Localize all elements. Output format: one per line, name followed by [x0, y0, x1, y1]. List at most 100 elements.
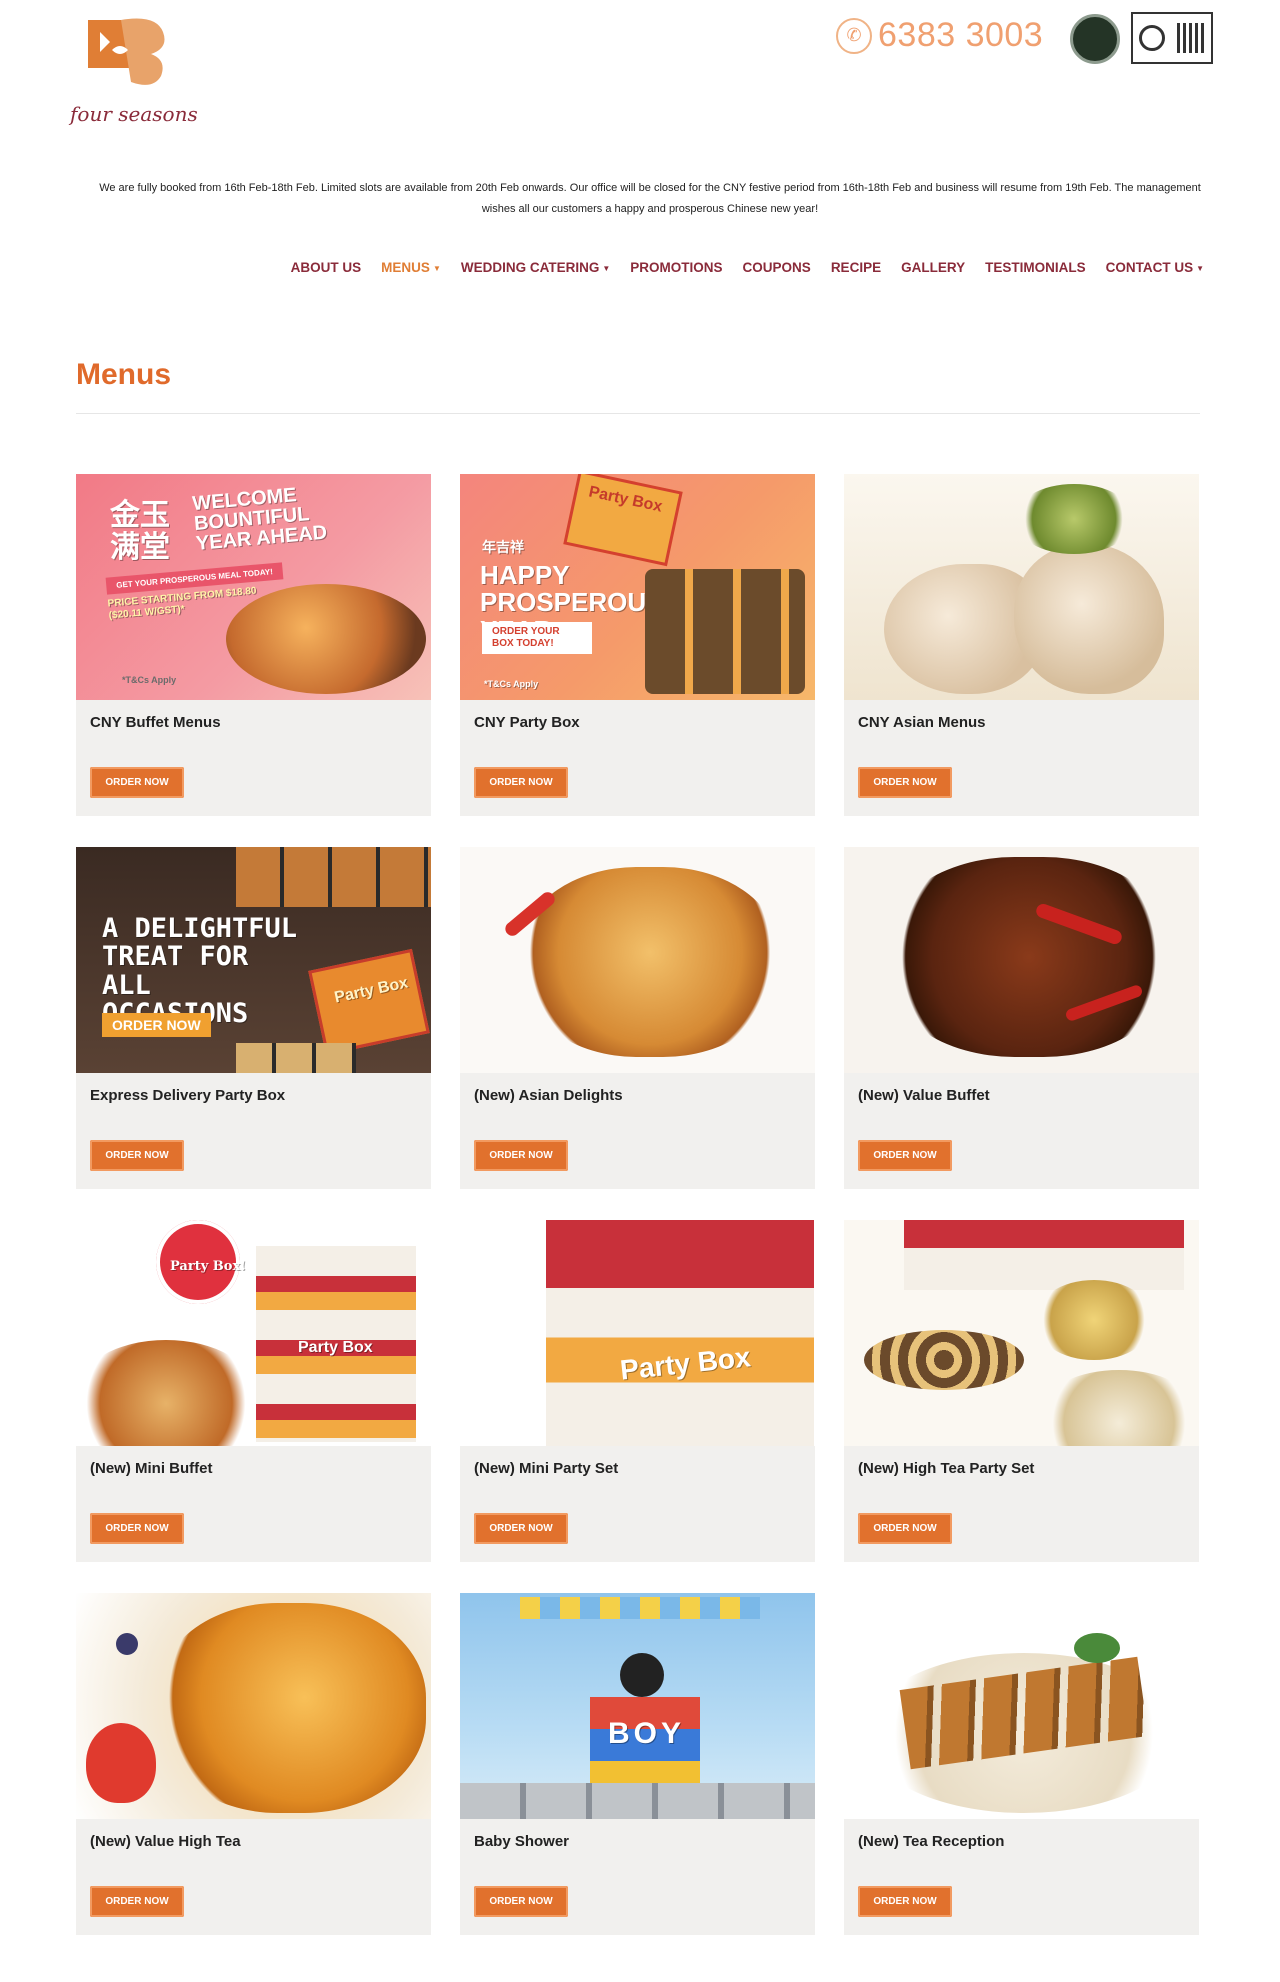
spring-rolls-photo[interactable]	[844, 1593, 1199, 1819]
blueberry-image	[116, 1633, 138, 1655]
party-box-photo[interactable]: Party Box	[460, 1220, 815, 1446]
card-title: (New) Tea Reception	[858, 1833, 1005, 1850]
menu-card: (New) Value Buffet Order Now	[844, 847, 1199, 1189]
party-box-image	[308, 948, 430, 1056]
banner-headline: A DELIGHTFUL TREAT FOR ALL OCCASIONS	[102, 913, 298, 1027]
bento-box-image	[645, 569, 805, 694]
menu-card: 金玉 满堂 WELCOME BOUNTIFUL YEAR AHEAD GET Y…	[76, 474, 431, 816]
nav-label: Wedding Catering	[460, 260, 600, 275]
card-title: (New) Mini Party Set	[474, 1460, 619, 1477]
steamed-fish-photo[interactable]	[844, 474, 1199, 700]
order-now-button[interactable]: Order Now	[90, 767, 184, 798]
banner-terms: *T&Cs Apply	[122, 675, 177, 685]
dim-sum-image	[1034, 1280, 1154, 1360]
nav-label: Coupons	[742, 260, 811, 275]
party-box-image	[546, 1220, 814, 1446]
buffet-table-image	[460, 1783, 815, 1819]
fried-fish-image	[520, 867, 780, 1057]
party-box-image	[563, 474, 683, 567]
order-now-button[interactable]: Order Now	[858, 1513, 952, 1544]
fried-rice-image	[1044, 1370, 1194, 1446]
caret-down-icon: ▼	[432, 263, 441, 273]
menu-card: (New) High Tea Party Set Order Now	[844, 1220, 1199, 1562]
logo-wordmark: four seasons	[70, 102, 198, 126]
phone-icon: ✆	[836, 17, 872, 54]
cny-party-box-banner[interactable]: Party Box 年吉祥 HAPPY PROSPEROUS YEAR ORDE…	[460, 474, 815, 700]
nav-about-us[interactable]: About Us	[291, 260, 362, 275]
nav-label: Menus	[381, 260, 430, 275]
basil-leaf-image	[1074, 1633, 1120, 1663]
order-now-button[interactable]: Order Now	[90, 1513, 184, 1544]
order-now-button[interactable]: Order Now	[90, 1140, 184, 1171]
quality-certification-icon	[1131, 12, 1213, 64]
party-box-image	[904, 1220, 1184, 1290]
banner-chinese-text: 金玉 满堂	[110, 499, 170, 564]
order-now-button[interactable]: Order Now	[474, 767, 568, 798]
strawberry-image	[86, 1723, 156, 1803]
card-title: Baby Shower	[474, 1833, 570, 1850]
fried-rice-image	[76, 1340, 256, 1446]
banner-headline: WELCOME BOUNTIFUL YEAR AHEAD	[191, 484, 328, 555]
nav-contact-us[interactable]: Contact Us ▼	[1106, 260, 1204, 275]
halal-certification-icon	[1070, 14, 1120, 64]
card-title: CNY Asian Menus	[858, 714, 986, 731]
party-sticker-text: Party Box!	[170, 1259, 246, 1274]
fried-snacks-photo[interactable]	[76, 1593, 431, 1819]
card-title: CNY Buffet Menus	[90, 714, 221, 731]
nav-gallery[interactable]: Gallery	[901, 260, 965, 275]
phone-number: 6383 3003	[878, 16, 1044, 54]
party-box-label: Party Box	[298, 1339, 373, 1356]
page-title: Menus	[76, 358, 172, 391]
menu-card: (New) Value High Tea Order Now	[76, 1593, 431, 1935]
menu-card: BOY Baby Shower Order Now	[460, 1593, 815, 1935]
order-now-button[interactable]: Order Now	[858, 767, 952, 798]
nav-testimonials[interactable]: Testimonials	[985, 260, 1086, 275]
mini-buffet-boxes-photo[interactable]: Party Box! Party Box	[76, 1220, 431, 1446]
card-title: (New) Mini Buffet	[90, 1460, 213, 1477]
menu-card: Party Box 年吉祥 HAPPY PROSPEROUS YEAR ORDE…	[460, 474, 815, 816]
banner-cta: ORDER NOW	[102, 1013, 211, 1037]
title-divider	[76, 413, 1200, 414]
site-header: four seasons ✆ 6383 3003	[0, 0, 1280, 160]
food-platter-image	[226, 584, 426, 694]
egg-tart-image	[864, 1330, 1024, 1390]
baby-shower-photo[interactable]: BOY	[460, 1593, 815, 1819]
fish-fillet-image	[1014, 544, 1164, 694]
nav-coupons[interactable]: Coupons	[743, 260, 811, 275]
nav-label: Gallery	[901, 260, 966, 275]
menu-card: Party Box (New) Mini Party Set Order Now	[460, 1220, 815, 1562]
garnish-image	[1014, 484, 1134, 554]
cny-buffet-banner[interactable]: 金玉 满堂 WELCOME BOUNTIFUL YEAR AHEAD GET Y…	[76, 474, 431, 700]
order-now-button[interactable]: Order Now	[474, 1886, 568, 1917]
order-now-button[interactable]: Order Now	[90, 1886, 184, 1917]
nav-menus[interactable]: Menus ▼	[381, 260, 441, 275]
nav-recipe[interactable]: Recipe	[831, 260, 881, 275]
high-tea-photo[interactable]	[844, 1220, 1199, 1446]
fried-snack-image	[156, 1603, 426, 1813]
nav-label: Testimonials	[985, 260, 1086, 275]
order-now-button[interactable]: Order Now	[858, 1140, 952, 1171]
certification-grid-icon	[1177, 23, 1205, 53]
card-title: (New) Value Buffet	[858, 1087, 990, 1104]
banner-chinese-text: 年吉祥	[482, 539, 524, 555]
party-box-banner[interactable]: A DELIGHTFUL TREAT FOR ALL OCCASIONS ORD…	[76, 847, 431, 1073]
order-now-button[interactable]: Order Now	[858, 1886, 952, 1917]
card-title: (New) Asian Delights	[474, 1087, 623, 1104]
nav-label: Contact Us	[1105, 260, 1194, 275]
bunting-decoration	[520, 1597, 760, 1619]
fried-fish-photo[interactable]	[460, 847, 815, 1073]
main-nav: About Us Menus ▼ Wedding Catering ▼ Promot…	[291, 260, 1204, 275]
chilli-chicken-image	[884, 857, 1174, 1057]
banner-terms: *T&Cs Apply	[484, 679, 539, 689]
order-now-button[interactable]: Order Now	[474, 1513, 568, 1544]
menu-card: (New) Asian Delights Order Now	[460, 847, 815, 1189]
nav-label: Promotions	[630, 260, 723, 275]
card-title: (New) Value High Tea	[90, 1833, 241, 1850]
nav-wedding-catering[interactable]: Wedding Catering ▼	[461, 260, 610, 275]
order-now-button[interactable]: Order Now	[474, 1140, 568, 1171]
nav-label: Recipe	[830, 260, 882, 275]
nav-promotions[interactable]: Promotions	[630, 260, 722, 275]
chilli-chicken-photo[interactable]	[844, 847, 1199, 1073]
card-title: CNY Party Box	[474, 714, 580, 731]
phone-contact[interactable]: ✆ 6383 3003	[836, 16, 1043, 55]
